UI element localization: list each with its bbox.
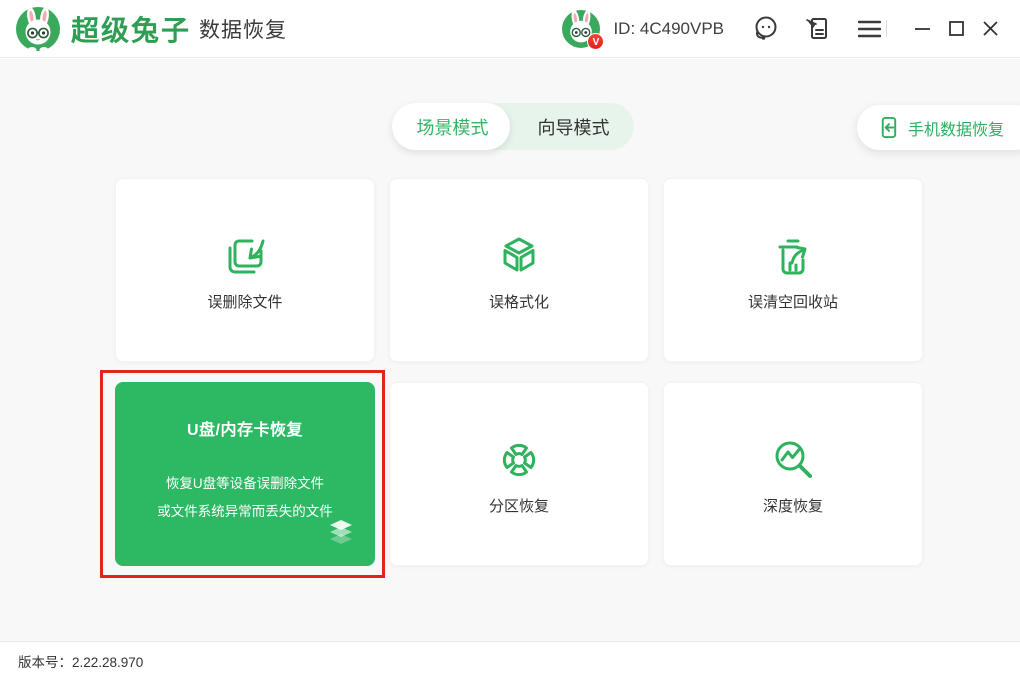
recycle-restore-icon: [664, 232, 922, 280]
customer-service-icon[interactable]: [750, 14, 780, 44]
feedback-form-icon[interactable]: [802, 14, 832, 44]
phone-restore-icon: [877, 116, 900, 139]
phone-data-recovery-button[interactable]: 手机数据恢复: [857, 105, 1020, 150]
format-cube-icon: [390, 232, 648, 280]
card-partition-recovery[interactable]: 分区恢复: [389, 382, 649, 566]
card-label: 误删除文件: [116, 291, 374, 312]
deep-scan-icon: [664, 436, 922, 484]
card-undelete-files[interactable]: 误删除文件: [115, 178, 375, 362]
phone-button-label: 手机数据恢复: [908, 116, 1004, 140]
close-button[interactable]: [975, 14, 1005, 44]
card-usb-memory-card-recovery[interactable]: U盘/内存卡恢复 恢复U盘等设备误删除文件 或文件系统异常而丢失的文件: [115, 382, 375, 566]
tab-wizard-mode[interactable]: 向导模式: [513, 103, 634, 150]
user-id: ID: 4C490VPB: [613, 19, 724, 39]
maximize-button[interactable]: [941, 14, 971, 44]
app-subtitle: 数据恢复: [199, 14, 287, 44]
partition-icon: [390, 436, 648, 484]
card-label: 深度恢复: [664, 495, 922, 516]
mode-tab-group: 场景模式 向导模式: [392, 103, 634, 150]
version-text: 版本号：2.22.28.970: [18, 651, 143, 671]
card-deep-recovery[interactable]: 深度恢复: [663, 382, 923, 566]
card-description-line1: 恢复U盘等设备误删除文件: [115, 470, 375, 498]
menu-icon[interactable]: [854, 14, 884, 44]
layers-stack-icon: [322, 518, 360, 555]
minimize-button[interactable]: [907, 14, 937, 44]
card-label: 误清空回收站: [664, 291, 922, 312]
tab-scene-mode[interactable]: 场景模式: [392, 103, 513, 150]
vip-badge: V: [587, 33, 604, 50]
app-name: 超级兔子: [71, 9, 191, 49]
main-area: 场景模式 向导模式 手机数据恢复 误删除文件: [0, 59, 1020, 641]
titlebar: 超级兔子 数据恢复 V ID: 4C490VPB: [0, 0, 1020, 58]
card-label: 误格式化: [390, 291, 648, 312]
file-restore-icon: [116, 232, 374, 280]
scene-card-grid: 误删除文件 误格式化: [115, 178, 923, 566]
card-unformat[interactable]: 误格式化: [389, 178, 649, 362]
titlebar-divider: [886, 20, 887, 37]
card-title: U盘/内存卡恢复: [115, 416, 375, 440]
user-avatar[interactable]: V: [562, 10, 600, 48]
card-recycle-bin-restore[interactable]: 误清空回收站: [663, 178, 923, 362]
app-logo-rabbit-icon: [16, 7, 60, 51]
card-label: 分区恢复: [390, 495, 648, 516]
footer: 版本号：2.22.28.970: [0, 641, 1020, 680]
